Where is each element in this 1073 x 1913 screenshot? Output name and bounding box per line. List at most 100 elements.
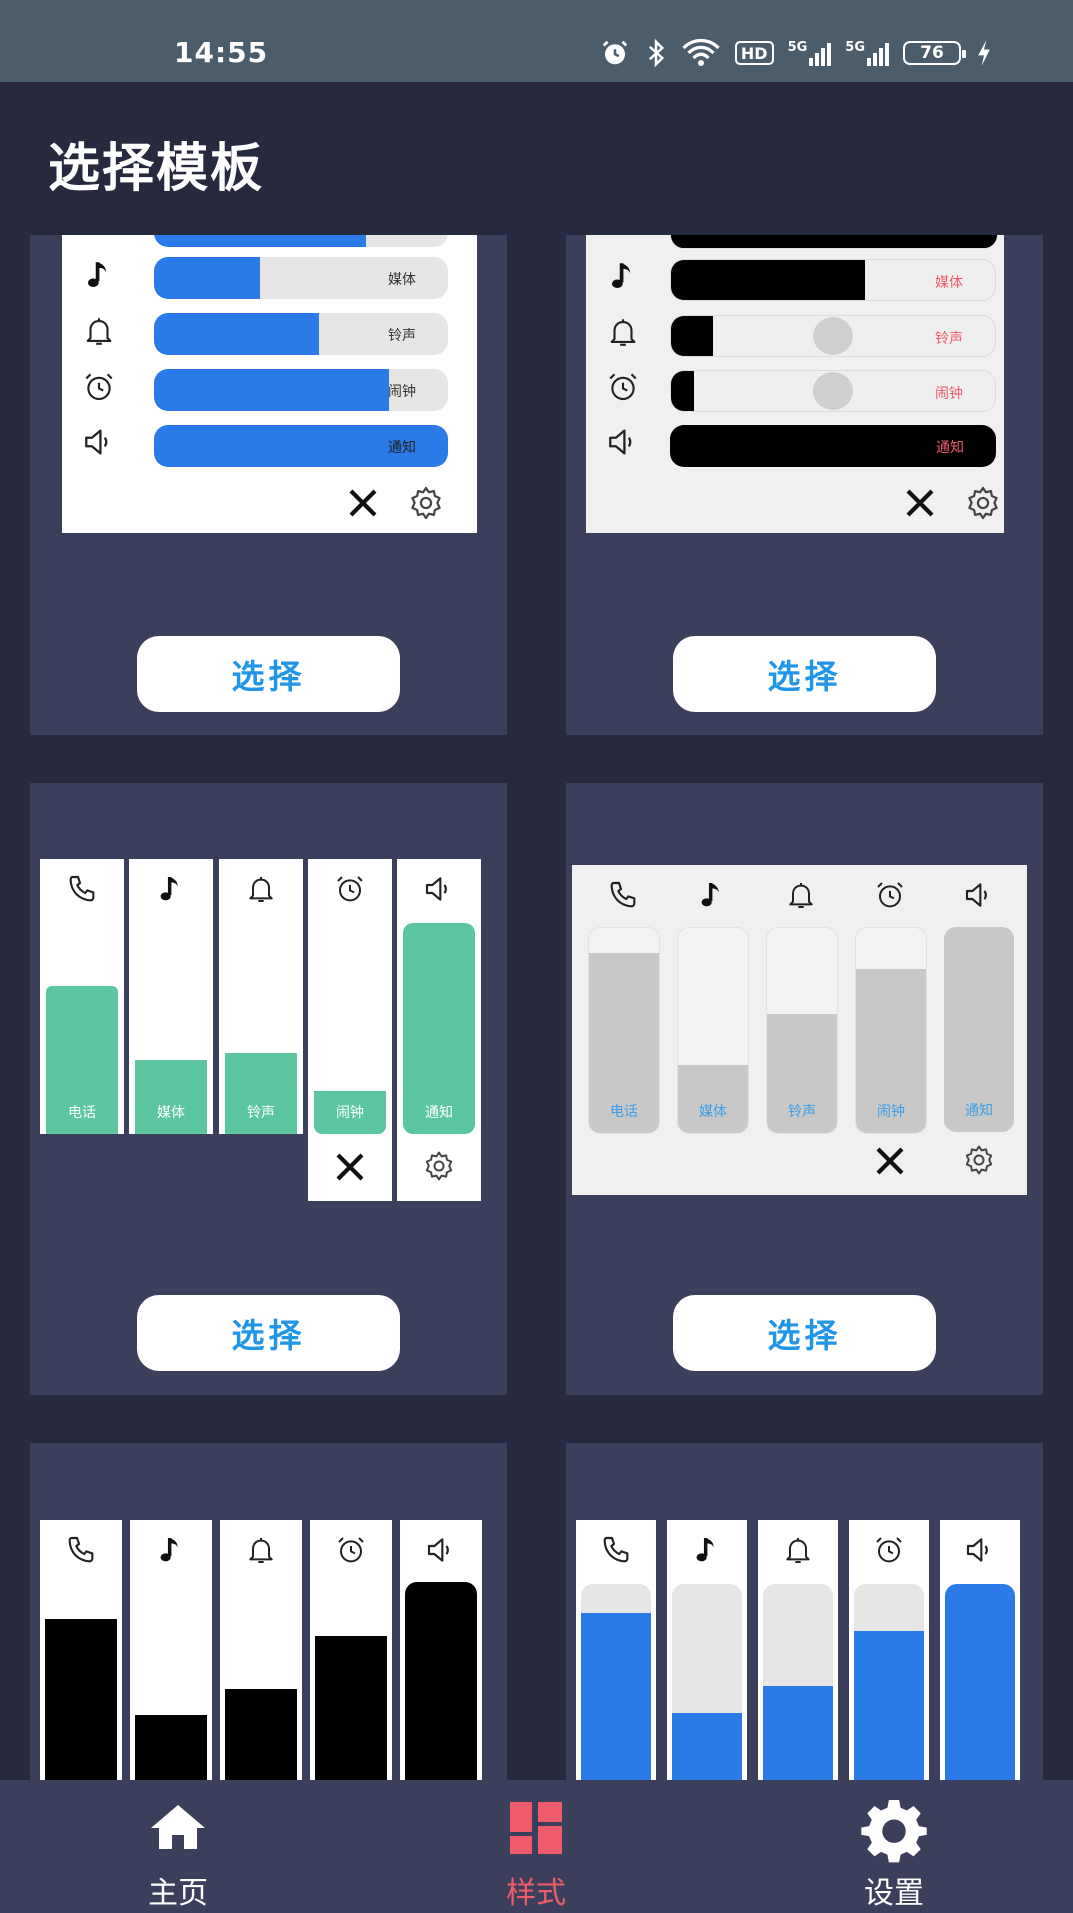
volume-track-notification: 通知 — [944, 927, 1014, 1132]
nav-home[interactable]: 主页 — [78, 1780, 278, 1913]
phone-icon — [607, 879, 639, 911]
wifi-icon — [682, 38, 720, 66]
alarm-icon — [602, 40, 628, 65]
volume-bar-media: 媒体 — [154, 257, 448, 299]
alarm-clock-icon — [82, 370, 116, 404]
alarm-clock-icon — [606, 370, 640, 404]
speaker-icon — [423, 873, 455, 905]
music-icon — [606, 259, 640, 293]
home-icon — [151, 1805, 205, 1849]
music-icon — [696, 879, 728, 911]
bottom-navigation: 主页 样式 设置 — [0, 1780, 1073, 1913]
template-preview[interactable] — [40, 1520, 490, 1780]
volume-column-call — [576, 1520, 656, 1780]
status-icons: HD 5G 5G 76 — [599, 38, 993, 68]
volume-track-media: 媒体 — [677, 927, 749, 1134]
speaker-icon — [425, 1534, 457, 1566]
style-grid-icon — [510, 1802, 562, 1854]
volume-column-call: 电话 — [40, 859, 124, 1134]
volume-bar-partial — [154, 235, 448, 247]
gear-icon — [964, 484, 1002, 522]
volume-bar-ringtone: 铃声 — [670, 315, 996, 357]
volume-column-alarm — [310, 1520, 392, 1780]
bell-icon — [82, 314, 116, 348]
template-card: 媒体 铃声 闹钟 通知 选择 — [30, 235, 507, 735]
phone-icon — [66, 873, 98, 905]
template-card — [30, 1443, 507, 1780]
volume-column-media — [130, 1520, 212, 1780]
template-card: 媒体 铃声 闹钟 通知 选择 — [566, 235, 1043, 735]
gear-icon — [422, 1149, 456, 1183]
template-preview[interactable]: 媒体 铃声 闹钟 通知 — [586, 235, 1004, 533]
alarm-clock-icon — [873, 1534, 905, 1566]
volume-bar-alarm: 闹钟 — [670, 370, 996, 412]
speaker-icon — [606, 425, 640, 459]
page-title: 选择模板 — [48, 139, 265, 199]
bell-icon — [606, 315, 640, 349]
slider-thumb — [813, 317, 853, 355]
select-template-button[interactable]: 选择 — [137, 636, 400, 712]
status-time: 14:55 — [174, 36, 269, 69]
nav-style[interactable]: 样式 — [436, 1780, 636, 1913]
select-template-button[interactable]: 选择 — [137, 1295, 400, 1371]
volume-track-alarm: 闹钟 — [855, 927, 927, 1134]
close-icon — [902, 485, 938, 521]
slider-thumb — [813, 372, 853, 410]
bell-icon — [245, 1534, 277, 1566]
gear-icon — [962, 1143, 996, 1177]
template-card: 电话 媒体 铃声 闹钟 通知 选择 — [30, 783, 507, 1395]
volume-track-call: 电话 — [588, 927, 660, 1134]
battery-icon: 76 — [903, 41, 966, 65]
alarm-clock-icon — [334, 873, 366, 905]
music-icon — [691, 1534, 723, 1566]
phone-icon — [600, 1534, 632, 1566]
speaker-icon — [82, 425, 116, 459]
status-bar: 14:55 HD 5G 5G 76 — [0, 0, 1073, 82]
volume-track-ringtone: 铃声 — [766, 927, 838, 1134]
volume-column-alarm: 闹钟 — [308, 859, 392, 1201]
template-card — [566, 1443, 1043, 1780]
volume-column-notification — [400, 1520, 482, 1780]
hd-icon: HD — [734, 41, 774, 65]
volume-column-alarm — [849, 1520, 929, 1780]
template-preview[interactable]: 电话 媒体 铃声 闹钟 通知 — [572, 865, 1027, 1195]
volume-column-media — [667, 1520, 747, 1780]
volume-column-notification — [940, 1520, 1020, 1780]
volume-column-ringtone — [220, 1520, 302, 1780]
template-preview[interactable] — [576, 1520, 1026, 1780]
phone-icon — [65, 1534, 97, 1566]
alarm-clock-icon — [874, 879, 906, 911]
close-icon — [345, 485, 381, 521]
template-preview[interactable]: 电话 媒体 铃声 闹钟 通知 — [40, 859, 490, 1201]
music-icon — [82, 258, 116, 292]
bell-icon — [785, 879, 817, 911]
template-card: 电话 媒体 铃声 闹钟 通知 选择 — [566, 783, 1043, 1395]
volume-bar-notification: 通知 — [670, 425, 996, 467]
nav-settings[interactable]: 设置 — [794, 1780, 994, 1913]
template-preview[interactable]: 媒体 铃声 闹钟 通知 — [62, 235, 477, 533]
volume-bar-alarm: 闹钟 — [154, 369, 448, 411]
select-template-button[interactable]: 选择 — [673, 636, 936, 712]
gear-icon — [407, 484, 445, 522]
alarm-clock-icon — [335, 1534, 367, 1566]
bell-icon — [245, 873, 277, 905]
charging-icon — [978, 40, 990, 66]
volume-column-notification: 通知 — [397, 859, 481, 1201]
speaker-icon — [963, 879, 995, 911]
speaker-icon — [964, 1534, 996, 1566]
close-icon — [872, 1143, 908, 1179]
volume-column-ringtone: 铃声 — [219, 859, 303, 1134]
volume-column-call — [40, 1520, 122, 1780]
signal-5g-icon: 5G — [788, 40, 832, 66]
volume-bar-notification: 通知 — [154, 425, 448, 467]
bell-icon — [782, 1534, 814, 1566]
gear-icon — [861, 1800, 927, 1863]
music-icon — [155, 1534, 187, 1566]
volume-bar-media: 媒体 — [670, 259, 996, 301]
volume-bar-partial — [670, 235, 998, 249]
signal-5g-icon: 5G — [845, 40, 889, 66]
close-icon — [332, 1149, 368, 1185]
volume-column-ringtone — [758, 1520, 838, 1780]
select-template-button[interactable]: 选择 — [673, 1295, 936, 1371]
music-icon — [155, 873, 187, 905]
